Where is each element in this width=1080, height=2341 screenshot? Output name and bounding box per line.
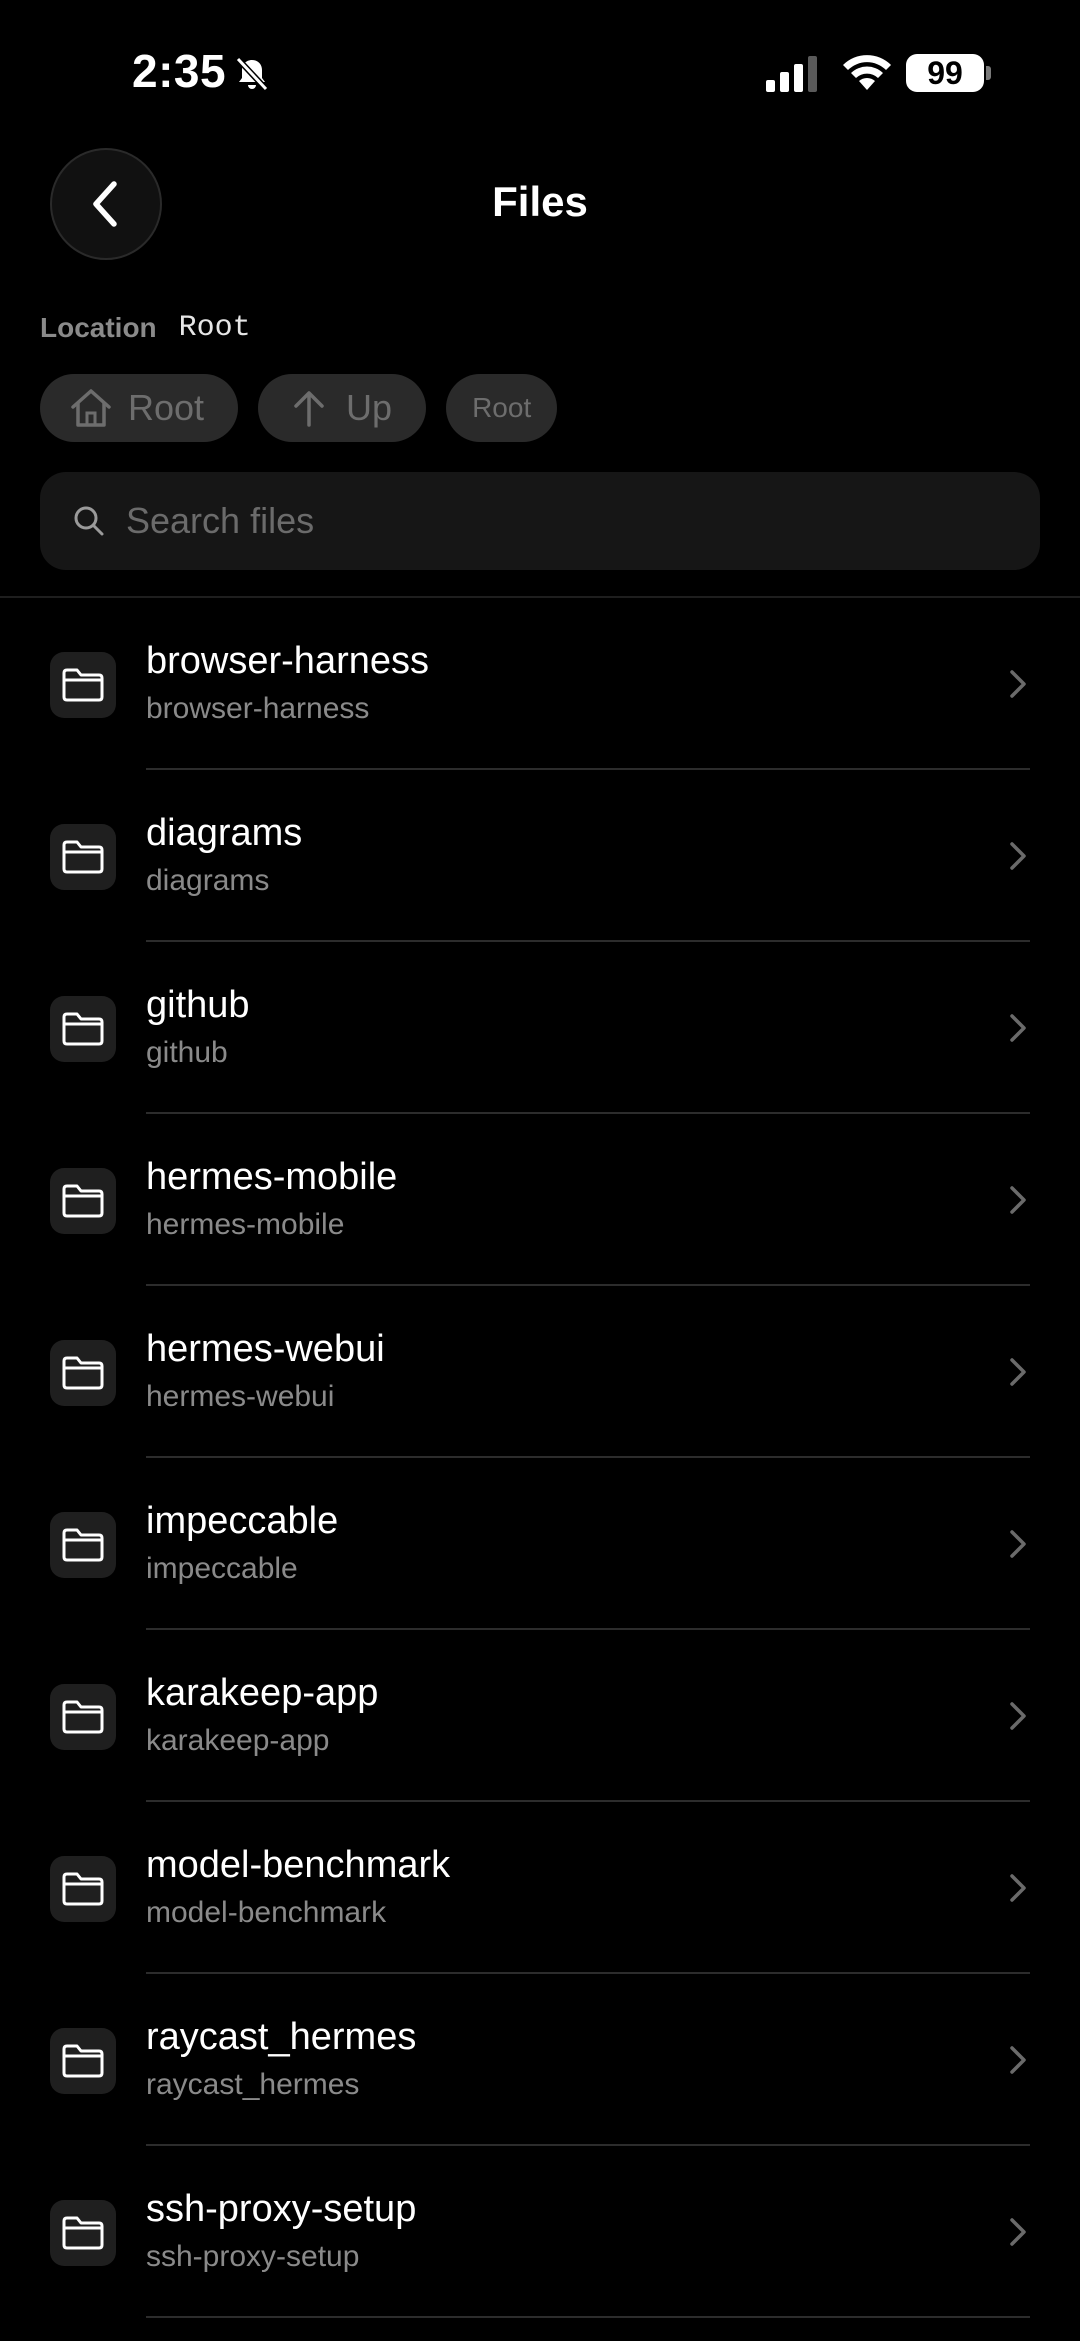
file-path: github <box>146 1036 228 1069</box>
file-path: impeccable <box>146 1552 298 1585</box>
chevron-right-icon <box>1010 2046 1026 2074</box>
file-path: hermes-webui <box>146 1380 335 1413</box>
file-path: diagrams <box>146 864 270 897</box>
arrow-up-icon <box>294 391 324 427</box>
up-chip[interactable]: Up <box>258 374 427 442</box>
chevron-right-icon <box>1010 1702 1026 1730</box>
folder-icon <box>50 1340 116 1406</box>
chevron-right-icon <box>1010 670 1026 698</box>
battery-level: 99 <box>927 54 963 91</box>
chevron-right-icon <box>1010 2218 1026 2246</box>
folder-icon <box>50 824 116 890</box>
current-location-chip-label: Root <box>472 392 532 423</box>
chevron-right-icon <box>1010 1358 1026 1386</box>
search-input[interactable] <box>126 500 986 542</box>
root-chip-label: Root <box>128 387 205 428</box>
file-row-hermes-webui[interactable]: hermes-webui hermes-webui <box>0 1286 1080 1458</box>
navigation-chips: Root Up Root <box>40 374 558 442</box>
chevron-right-icon <box>1010 1014 1026 1042</box>
file-path: ssh-proxy-setup <box>146 2240 360 2273</box>
wifi-icon <box>843 55 891 90</box>
root-chip[interactable]: Root <box>40 374 239 442</box>
folder-icon <box>50 1856 116 1922</box>
file-name: diagrams <box>146 812 303 854</box>
file-path: hermes-mobile <box>146 1208 345 1241</box>
file-name: karakeep-app <box>146 1672 379 1714</box>
location-row: Location Root <box>40 310 251 346</box>
file-path: raycast_hermes <box>146 2068 360 2101</box>
folder-icon <box>50 2028 116 2094</box>
silent-bell-icon <box>235 56 269 92</box>
file-name: raycast_hermes <box>146 2016 417 2058</box>
home-icon <box>71 389 111 427</box>
chevron-right-icon <box>1010 842 1026 870</box>
chevron-right-icon <box>1010 1874 1026 1902</box>
folder-icon <box>50 652 116 718</box>
file-name: ssh-proxy-setup <box>146 2188 417 2230</box>
chevron-right-icon <box>1010 1530 1026 1558</box>
up-chip-label: Up <box>346 387 393 428</box>
current-location-chip[interactable]: Root <box>446 374 558 442</box>
file-row-ssh-proxy-setup[interactable]: ssh-proxy-setup ssh-proxy-setup <box>0 2146 1080 2318</box>
folder-icon <box>50 1512 116 1578</box>
file-row-raycast_hermes[interactable]: raycast_hermes raycast_hermes <box>0 1974 1080 2146</box>
search-bar[interactable] <box>40 472 1040 570</box>
file-list: browser-harness browser-harness diagrams… <box>0 598 1080 2318</box>
file-name: hermes-webui <box>146 1328 385 1370</box>
folder-icon <box>50 1684 116 1750</box>
folder-icon <box>50 2200 116 2266</box>
page-title: Files <box>492 178 588 225</box>
file-name: github <box>146 984 250 1026</box>
file-name: impeccable <box>146 1500 339 1542</box>
clock: 2:35 <box>132 45 227 97</box>
file-row-impeccable[interactable]: impeccable impeccable <box>0 1458 1080 1630</box>
folder-icon <box>50 996 116 1062</box>
file-row-github[interactable]: github github <box>0 942 1080 1114</box>
battery-indicator: 99 <box>906 54 984 92</box>
file-path: karakeep-app <box>146 1724 330 1757</box>
status-bar: 2:35 99 <box>0 0 1080 140</box>
battery-cap <box>986 66 991 80</box>
row-separator <box>146 2316 1030 2318</box>
file-path: model-benchmark <box>146 1896 387 1929</box>
chevron-right-icon <box>1010 1186 1026 1214</box>
search-icon <box>74 506 104 536</box>
file-row-diagrams[interactable]: diagrams diagrams <box>0 770 1080 942</box>
folder-icon <box>50 1168 116 1234</box>
file-name: browser-harness <box>146 640 429 682</box>
location-label: Location <box>40 312 157 343</box>
file-path: browser-harness <box>146 692 370 725</box>
file-name: model-benchmark <box>146 1844 451 1886</box>
file-name: hermes-mobile <box>146 1156 398 1198</box>
cellular-signal-icon <box>766 56 817 92</box>
file-row-browser-harness[interactable]: browser-harness browser-harness <box>0 598 1080 770</box>
location-value: Root <box>178 311 251 345</box>
file-row-karakeep-app[interactable]: karakeep-app karakeep-app <box>0 1630 1080 1802</box>
file-row-hermes-mobile[interactable]: hermes-mobile hermes-mobile <box>0 1114 1080 1286</box>
file-row-model-benchmark[interactable]: model-benchmark model-benchmark <box>0 1802 1080 1974</box>
